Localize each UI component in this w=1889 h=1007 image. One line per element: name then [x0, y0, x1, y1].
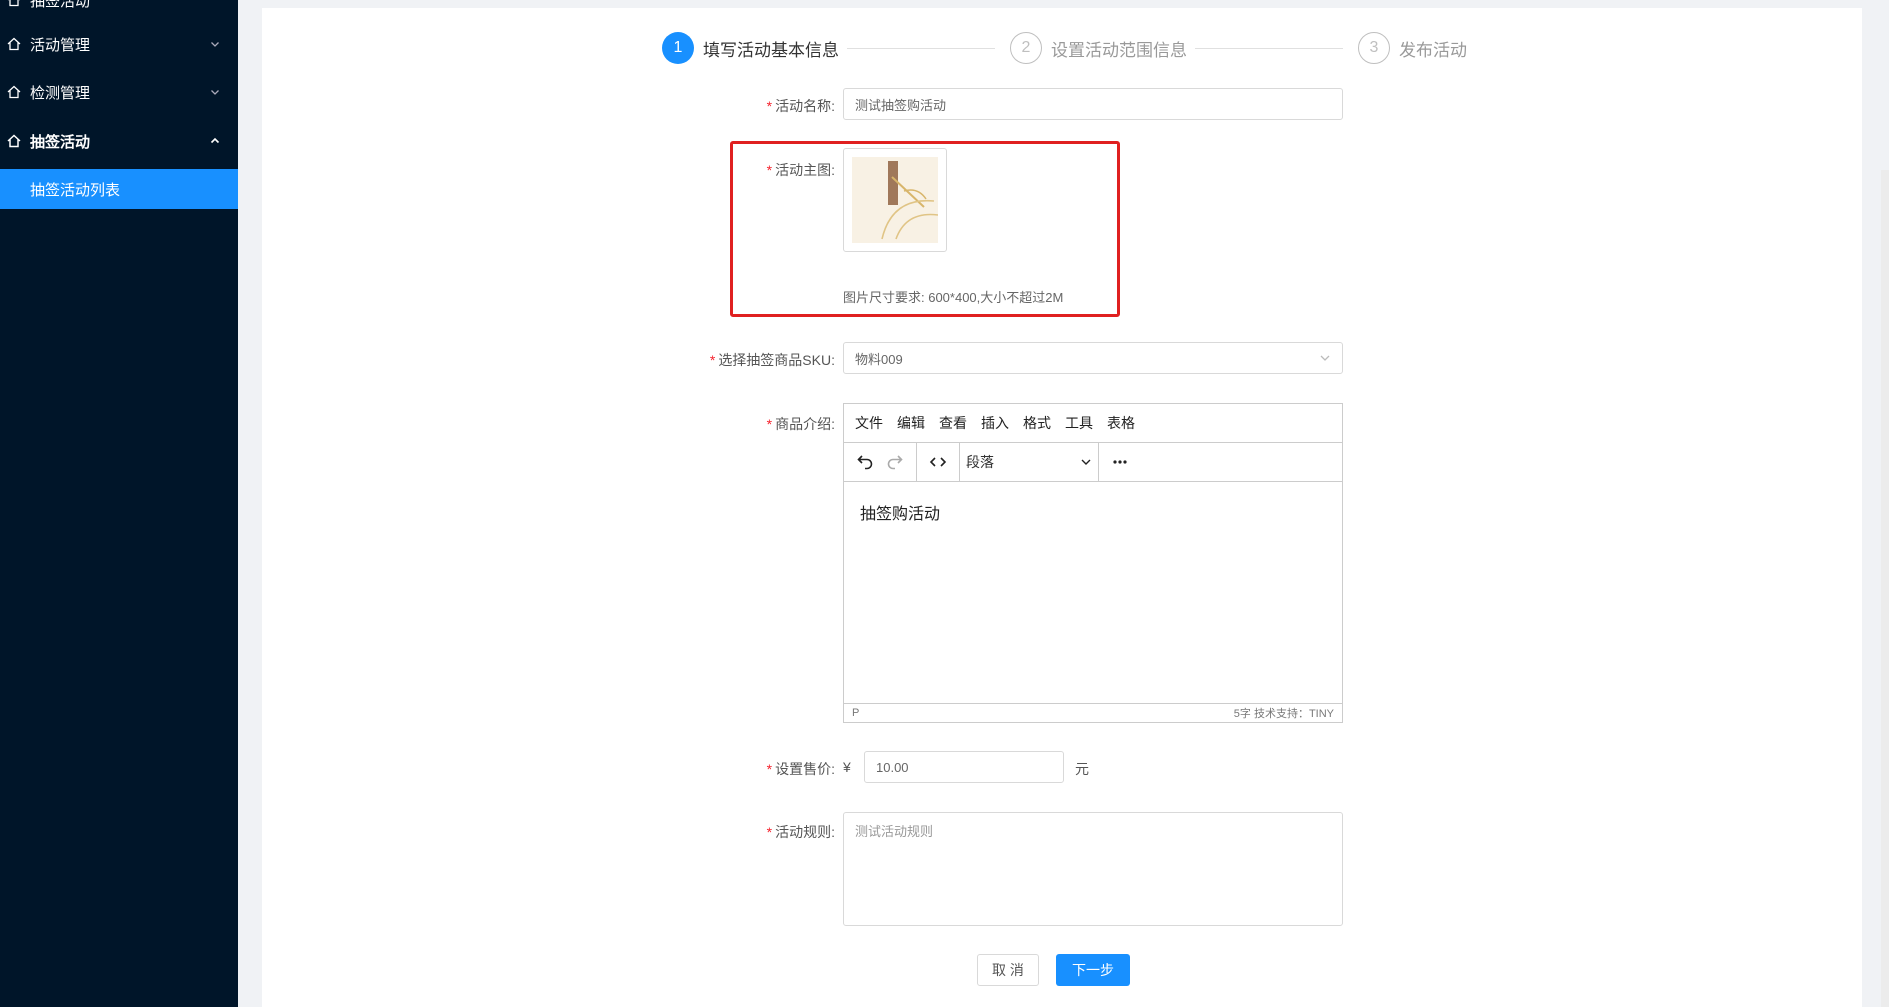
- step-2: 2 设置活动范围信息: [1010, 32, 1187, 64]
- code-group: [917, 443, 960, 481]
- sidebar-item-inspection-management[interactable]: 检测管理: [0, 68, 238, 116]
- step-title: 设置活动范围信息: [1051, 40, 1187, 60]
- activity-name-label: * 活动名称:: [766, 98, 835, 114]
- home-icon: [7, 134, 21, 148]
- redo-icon: [887, 455, 903, 470]
- chevron-down-icon: [211, 90, 219, 95]
- chevron-up-icon: [210, 137, 220, 144]
- price-unit: 元: [1075, 761, 1089, 777]
- redo-button[interactable]: [880, 447, 910, 477]
- home-icon: [7, 85, 21, 99]
- price-input[interactable]: 10.00: [864, 751, 1064, 783]
- chevron-down-icon: [1081, 459, 1091, 465]
- editor-menu-view[interactable]: 查看: [939, 413, 967, 433]
- highlight-box: [730, 141, 1120, 317]
- scrollbar[interactable]: [1881, 170, 1889, 1007]
- intro-label: * 商品介绍:: [766, 416, 835, 432]
- code-icon: [929, 457, 947, 467]
- block-format-value: 段落: [966, 454, 994, 470]
- history-group: [844, 443, 917, 481]
- step-title: 填写活动基本信息: [703, 40, 839, 60]
- block-format-group: 段落: [960, 443, 1099, 481]
- editor-menu-edit[interactable]: 编辑: [897, 413, 925, 433]
- step-1: 1 填写活动基本信息: [662, 32, 839, 64]
- price-label: * 设置售价:: [766, 761, 835, 777]
- rules-label: * 活动规则:: [766, 824, 835, 840]
- more-group: [1099, 443, 1141, 481]
- sidebar-item-label: 活动管理: [30, 36, 91, 54]
- rules-textarea[interactable]: 测试活动规则: [843, 812, 1343, 926]
- chevron-down-icon: [211, 42, 219, 47]
- undo-icon: [857, 455, 873, 470]
- next-step-button[interactable]: 下一步: [1056, 954, 1130, 986]
- step-number: 2: [1010, 32, 1042, 64]
- step-divider: [847, 48, 995, 49]
- source-code-button[interactable]: [923, 447, 953, 477]
- price-currency: ¥: [843, 759, 851, 775]
- activity-name-input[interactable]: 测试抽签购活动: [843, 88, 1343, 120]
- sku-select[interactable]: 物料009: [843, 342, 1343, 374]
- editor-element-path[interactable]: P: [852, 707, 859, 719]
- sidebar-item-lottery-list[interactable]: 抽签活动列表: [0, 169, 238, 209]
- editor-toolbar: 段落: [844, 443, 1342, 482]
- editor-menu-table[interactable]: 表格: [1107, 413, 1135, 433]
- home-icon: [7, 37, 21, 51]
- editor-statusbar: P 5字 技术支持：TINY: [844, 703, 1342, 722]
- sidebar-item-lottery-activity[interactable]: 抽签活动: [0, 117, 238, 165]
- editor-menu-file[interactable]: 文件: [855, 413, 883, 433]
- step-3: 3 发布活动: [1358, 32, 1467, 64]
- sidebar-item-activity-management[interactable]: 活动管理: [0, 20, 238, 68]
- step-title: 发布活动: [1399, 40, 1467, 60]
- sidebar-item-label: 检测管理: [30, 84, 91, 102]
- undo-button[interactable]: [850, 447, 880, 477]
- sidebar-item-label: 抽签活动: [30, 133, 91, 151]
- editor-word-count: 5字 技术支持：TINY: [1233, 708, 1334, 720]
- editor-menubar: 文件 编辑 查看 插入 格式 工具 表格: [844, 404, 1342, 443]
- step-divider: [1195, 48, 1343, 49]
- sku-selected-value: 物料009: [855, 351, 903, 367]
- rich-text-editor[interactable]: 文件 编辑 查看 插入 格式 工具 表格 段落 抽签购活动 P 5字 技术支持：…: [843, 403, 1343, 723]
- sidebar-item-label: 抽签活动: [30, 0, 91, 10]
- sidebar-item-label: 抽签活动列表: [30, 181, 121, 199]
- more-icon: [1113, 460, 1127, 464]
- cancel-button[interactable]: 取 消: [977, 954, 1039, 986]
- editor-menu-format[interactable]: 格式: [1023, 413, 1051, 433]
- step-number: 1: [662, 32, 694, 64]
- editor-menu-tools[interactable]: 工具: [1065, 413, 1093, 433]
- block-format-select[interactable]: 段落: [960, 452, 1098, 472]
- step-number: 3: [1358, 32, 1390, 64]
- more-button[interactable]: [1105, 447, 1135, 477]
- editor-menu-insert[interactable]: 插入: [981, 413, 1009, 433]
- chevron-down-icon: [1320, 355, 1330, 361]
- home-icon: [8, 0, 20, 7]
- editor-content[interactable]: 抽签购活动: [844, 482, 1342, 703]
- sidebar: 抽签活动 活动管理 检测管理 抽签活动 抽签活动列表: [0, 0, 238, 1007]
- sku-label: * 选择抽签商品SKU:: [709, 352, 835, 368]
